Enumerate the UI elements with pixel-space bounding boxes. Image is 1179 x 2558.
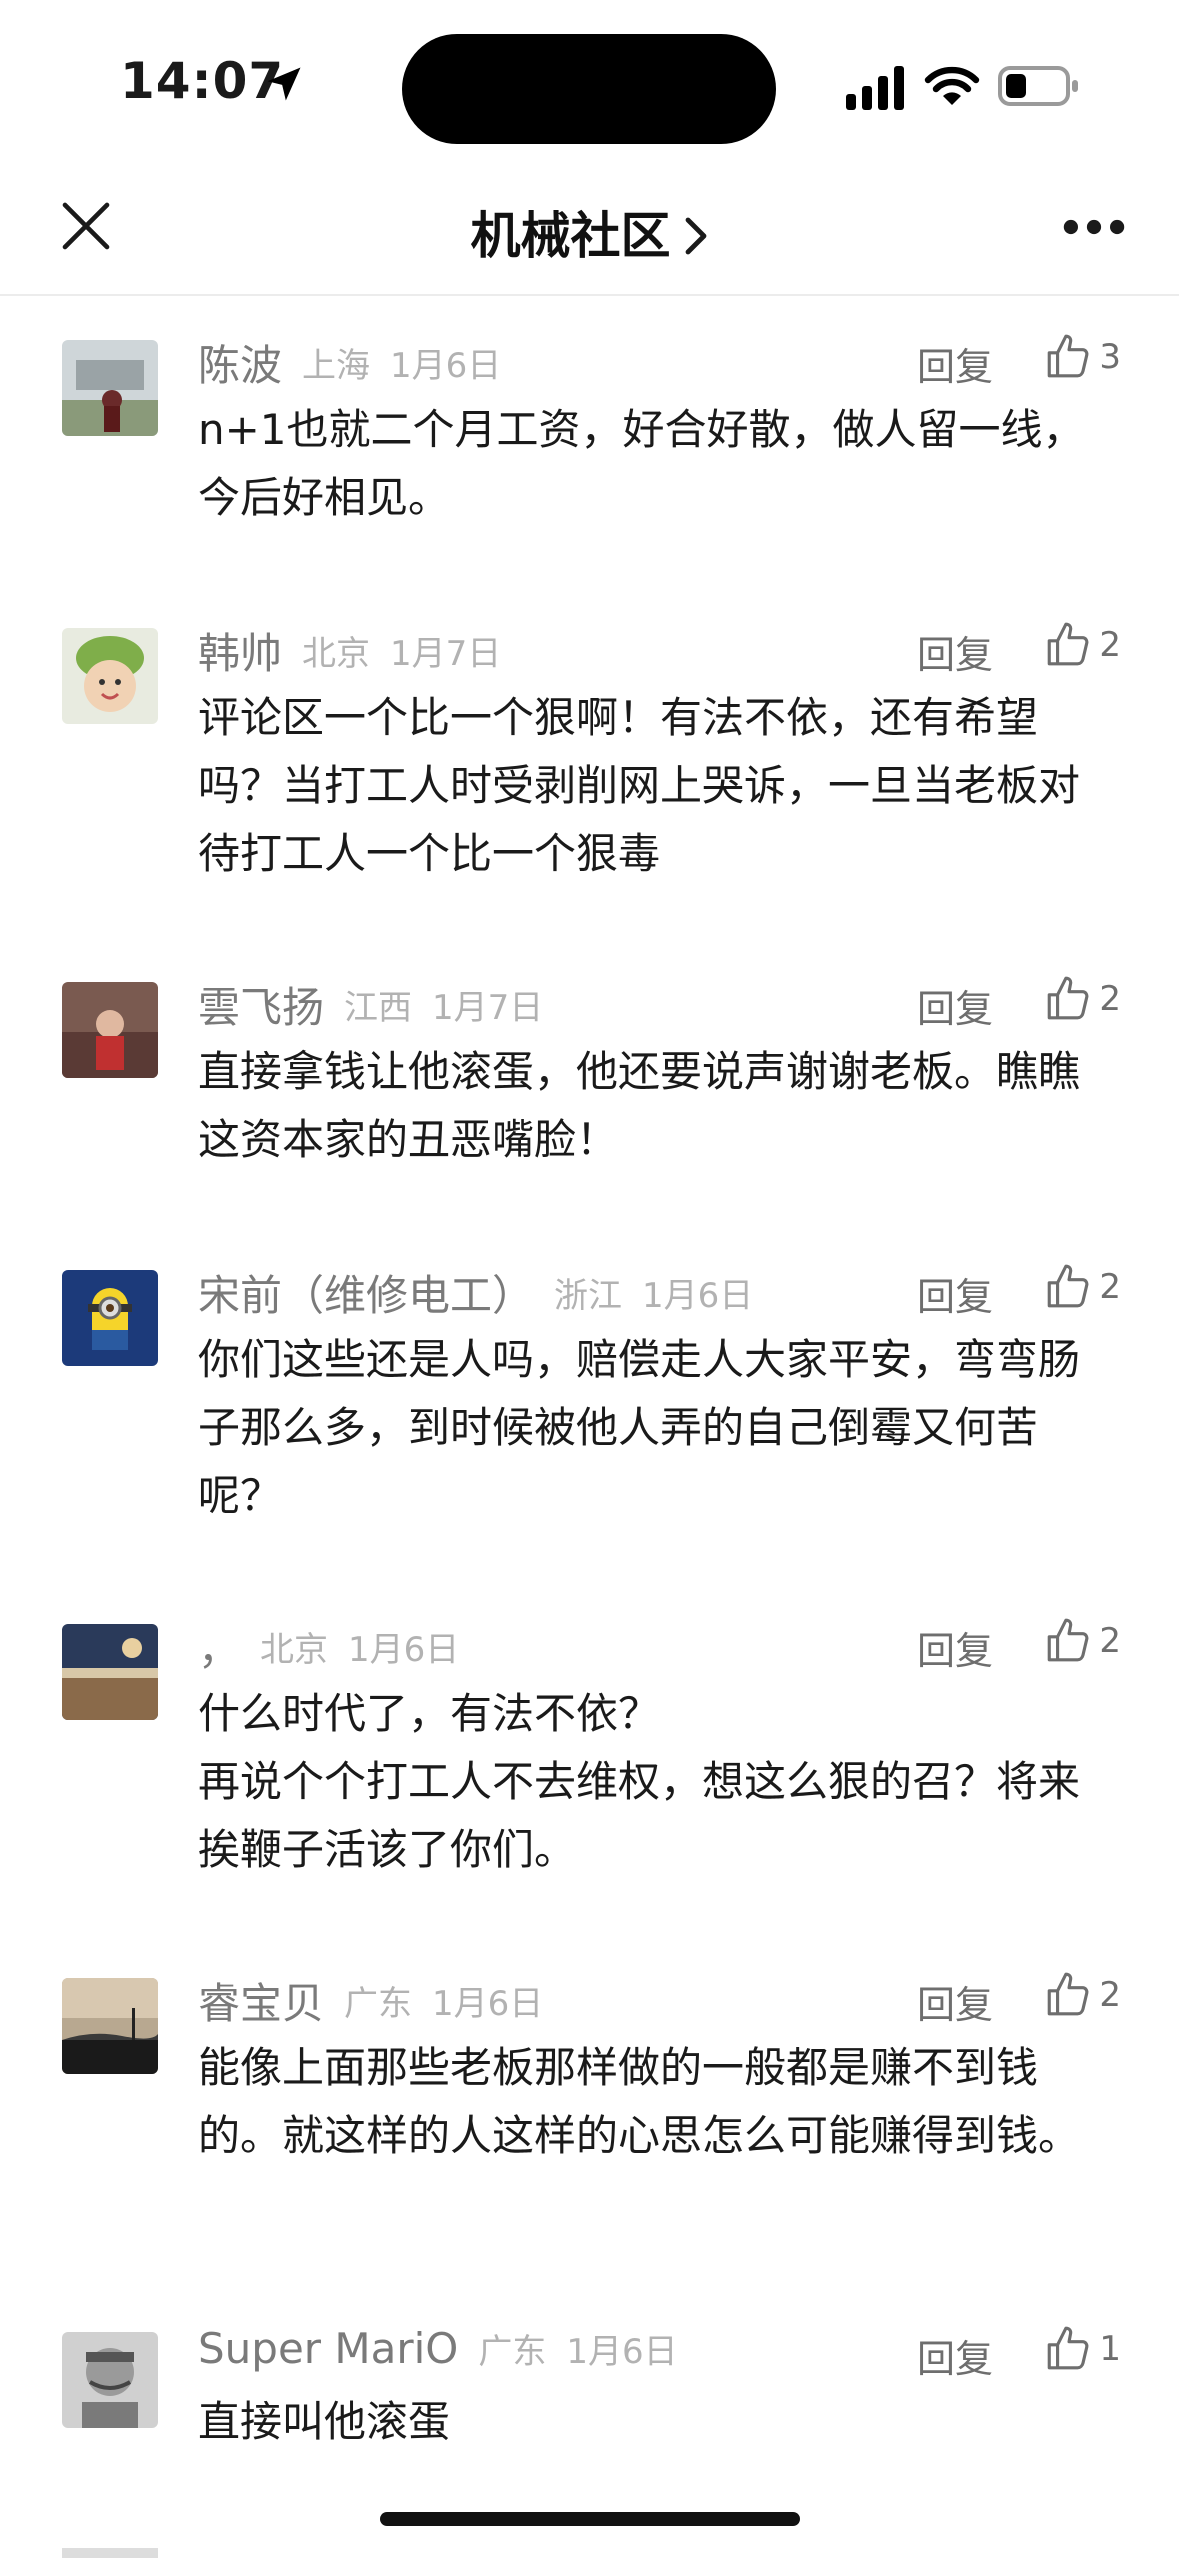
like-count: 2 xyxy=(1099,1267,1121,1307)
more-options-icon[interactable] xyxy=(1062,218,1126,236)
username[interactable]: 睿宝贝 xyxy=(198,1979,324,2028)
username[interactable]: 宋前（维修电工） xyxy=(198,1271,534,1320)
chevron-right-icon xyxy=(685,217,706,254)
comment-date: 1月6日 xyxy=(348,1630,460,1670)
reply-button[interactable]: 回复 xyxy=(917,624,993,679)
reply-button[interactable]: 回复 xyxy=(917,1266,993,1321)
avatar[interactable] xyxy=(62,340,158,436)
thumbs-up-icon xyxy=(1048,622,1089,666)
home-indicator[interactable] xyxy=(380,2512,800,2526)
community-title-label: 机械社区 xyxy=(470,207,671,265)
comment-date: 1月7日 xyxy=(432,988,544,1028)
avatar[interactable] xyxy=(62,1624,158,1720)
location-arrow-icon xyxy=(267,67,301,101)
comment-item: 陈波 上海 1月6日 回复 3 n+1也就二个月工资，好合好散，做人留一线，今后好相… xyxy=(0,296,1179,586)
cellular-signal-icon xyxy=(846,66,904,110)
username[interactable]: ， xyxy=(198,1625,240,1674)
comment-text: 什么时代了，有法不依？ 再说个个打工人不去维权，想这么狠的召？将来挨鞭子活该了你… xyxy=(198,1689,1081,1874)
like-button[interactable]: 3 xyxy=(1043,332,1121,388)
comment-item: 宋前（维修电工） 浙江 1月6日 回复 2 你们这些还是人吗，赔偿走人大家平安，弯弯… xyxy=(0,1226,1179,1578)
like-button[interactable]: 2 xyxy=(1043,620,1121,676)
like-button[interactable]: 2 xyxy=(1043,1262,1121,1318)
thumbs-up-icon xyxy=(1048,976,1089,1020)
like-count: 2 xyxy=(1099,979,1121,1019)
comment-text: n+1也就二个月工资，好合好散，做人留一线，今后好相见。 xyxy=(198,405,1085,522)
like-button[interactable]: 2 xyxy=(1043,1970,1121,2026)
reply-button[interactable]: 回复 xyxy=(917,1620,993,1675)
community-title[interactable]: 机械社区 xyxy=(0,196,1179,268)
user-location: 江西 xyxy=(344,988,413,1028)
user-location: 北京 xyxy=(260,1630,329,1670)
like-button[interactable]: 2 xyxy=(1043,974,1121,1030)
wifi-icon xyxy=(924,66,980,105)
comment-date: 1月6日 xyxy=(642,1276,754,1316)
thumbs-up-icon xyxy=(1048,1618,1089,1662)
comment-date: 1月6日 xyxy=(390,346,502,386)
nav-bar: 机械社区 xyxy=(0,170,1179,296)
thumbs-up-icon xyxy=(1048,1264,1089,1308)
comment-item: Super MariO 广东 1月6日 回复 1 直接叫他滚蛋 xyxy=(0,2288,1179,2518)
username[interactable]: 韩帅 xyxy=(198,629,282,678)
avatar[interactable] xyxy=(62,1270,158,1366)
avatar[interactable] xyxy=(62,1978,158,2074)
comment-item: 韩帅 北京 1月7日 回复 2 评论区一个比一个狠啊！有法不依，还有希望吗？当打工人… xyxy=(0,584,1179,936)
like-count: 3 xyxy=(1099,337,1121,377)
avatar[interactable] xyxy=(62,2332,158,2428)
reply-button[interactable]: 回复 xyxy=(917,2328,993,2383)
username[interactable]: 陈波 xyxy=(198,341,282,390)
user-location: 广东 xyxy=(344,1984,413,2024)
comment-item: ， 北京 1月6日 回复 2 什么时代了，有法不依？ 再说个个打工人不去维权，想这么… xyxy=(0,1580,1179,1932)
user-location: 上海 xyxy=(302,346,371,386)
avatar[interactable] xyxy=(62,982,158,1078)
comment-date: 1月7日 xyxy=(390,634,502,674)
comment-text: 直接拿钱让他滚蛋，他还要说声谢谢老板。瞧瞧这资本家的丑恶嘴脸！ xyxy=(198,1047,1081,1164)
user-location: 北京 xyxy=(302,634,371,674)
username[interactable]: Super MariO xyxy=(198,2324,458,2373)
like-button[interactable]: 1 xyxy=(1043,2324,1121,2380)
battery-icon xyxy=(998,66,1078,106)
comment-text: 直接叫他滚蛋 xyxy=(198,2397,451,2446)
like-count: 1 xyxy=(1099,2329,1121,2369)
like-count: 2 xyxy=(1099,1621,1121,1661)
reply-button[interactable]: 回复 xyxy=(917,978,993,1033)
like-button[interactable]: 2 xyxy=(1043,1616,1121,1672)
comment-date: 1月6日 xyxy=(566,2332,678,2372)
comment-item: 雲飞扬 江西 1月7日 回复 2 直接拿钱让他滚蛋，他还要说声谢谢老板。瞧瞧这资本家… xyxy=(0,938,1179,1228)
comment-text: 你们这些还是人吗，赔偿走人大家平安，弯弯肠子那么多，到时候被他人弄的自己倒霉又何… xyxy=(198,1335,1081,1520)
status-time: 14:07 xyxy=(120,52,285,110)
user-location: 广东 xyxy=(478,2332,547,2372)
status-bar: 14:07 xyxy=(0,0,1179,170)
like-count: 2 xyxy=(1099,625,1121,665)
reply-button[interactable]: 回复 xyxy=(917,336,993,391)
like-count: 2 xyxy=(1099,1975,1121,2015)
reply-button[interactable]: 回复 xyxy=(917,1974,993,2029)
user-location: 浙江 xyxy=(554,1276,623,1316)
comment-date: 1月6日 xyxy=(432,1984,544,2024)
username[interactable]: 雲飞扬 xyxy=(198,983,324,1032)
dynamic-island xyxy=(402,34,776,144)
next-comment-avatar-peek xyxy=(62,2548,158,2558)
comment-text: 评论区一个比一个狠啊！有法不依，还有希望吗？当打工人时受剥削网上哭诉，一旦当老板… xyxy=(198,693,1081,878)
avatar[interactable] xyxy=(62,628,158,724)
comment-item: 睿宝贝 广东 1月6日 回复 2 能像上面那些老板那样做的一般都是赚不到钱的。就这样… xyxy=(0,1934,1179,2286)
comment-text: 能像上面那些老板那样做的一般都是赚不到钱的。就这样的人这样的心思怎么可能赚得到钱… xyxy=(198,2043,1081,2160)
thumbs-up-icon xyxy=(1048,1972,1089,2016)
thumbs-up-icon xyxy=(1048,334,1089,378)
thumbs-up-icon xyxy=(1048,2326,1089,2370)
